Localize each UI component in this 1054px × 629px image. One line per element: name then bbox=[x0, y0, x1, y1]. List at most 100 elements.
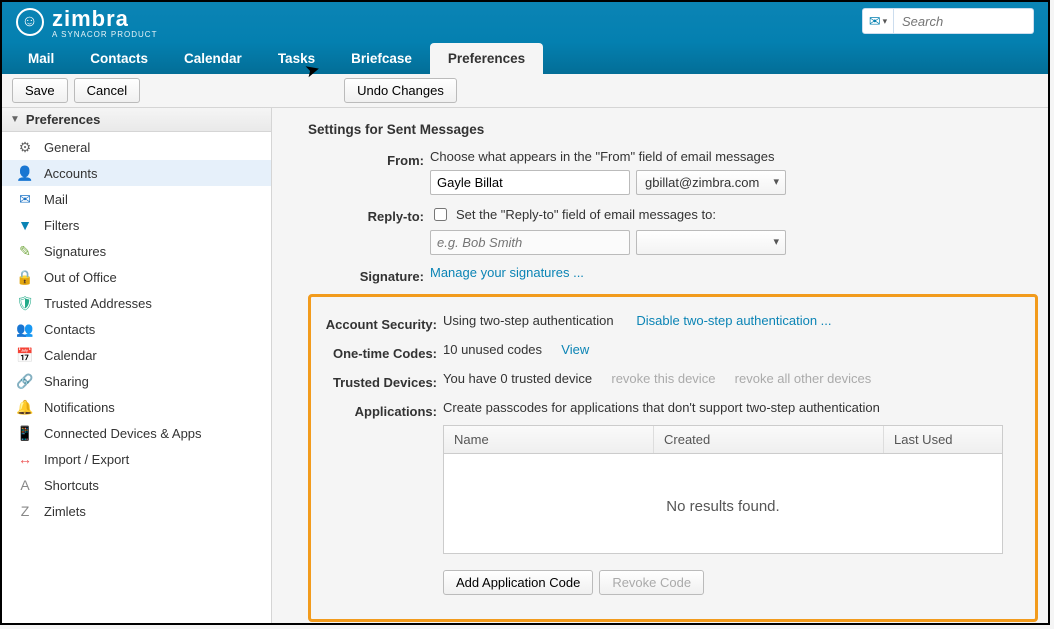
sidebar-item-accounts[interactable]: 👤 Accounts bbox=[2, 160, 271, 186]
tab-preferences[interactable]: Preferences bbox=[430, 43, 543, 74]
sidebar-item-label: Contacts bbox=[44, 322, 95, 337]
sidebar-item-label: Mail bbox=[44, 192, 68, 207]
shortcuts-icon: A bbox=[16, 476, 34, 494]
sidebar-item-connected-devices-apps[interactable]: 📱 Connected Devices & Apps bbox=[2, 420, 271, 446]
trusted-devices-label: Trusted Devices: bbox=[321, 371, 443, 390]
brand-name: zimbra bbox=[52, 6, 129, 31]
revoke-this-device: revoke this device bbox=[611, 371, 715, 386]
search-input[interactable] bbox=[894, 8, 1034, 34]
main-nav: Mail Contacts Calendar Tasks Briefcase P… bbox=[2, 42, 1048, 74]
replyto-checkbox[interactable] bbox=[434, 208, 447, 221]
sidebar-item-signatures[interactable]: ✎ Signatures bbox=[2, 238, 271, 264]
calendar-icon: 📅 bbox=[16, 346, 34, 364]
sidebar-item-label: Signatures bbox=[44, 244, 106, 259]
sidebar-item-label: Connected Devices & Apps bbox=[44, 426, 202, 441]
onetime-codes-label: One-time Codes: bbox=[321, 342, 443, 361]
sidebar-item-label: Notifications bbox=[44, 400, 115, 415]
col-name: Name bbox=[444, 426, 654, 453]
security-section: Account Security: Using two-step authent… bbox=[308, 294, 1038, 622]
top-bar: ☺ zimbra A SYNACOR PRODUCT ✉ ▾ bbox=[2, 2, 1048, 42]
applications-table: Name Created Last Used No results found. bbox=[443, 425, 1003, 554]
connected-devices-apps-icon: 📱 bbox=[16, 424, 34, 442]
signatures-icon: ✎ bbox=[16, 242, 34, 260]
sidebar-item-contacts[interactable]: 👥 Contacts bbox=[2, 316, 271, 342]
account-security-label: Account Security: bbox=[321, 313, 443, 332]
col-created: Created bbox=[654, 426, 884, 453]
sharing-icon: 🔗 bbox=[16, 372, 34, 390]
trusted-devices-status: You have 0 trusted device bbox=[443, 371, 592, 386]
brand-logo: ☺ zimbra A SYNACOR PRODUCT bbox=[16, 6, 157, 39]
replyto-email-dropdown[interactable] bbox=[636, 230, 786, 255]
signature-label: Signature: bbox=[308, 265, 430, 284]
smile-icon: ☺ bbox=[16, 8, 44, 36]
tab-mail[interactable]: Mail bbox=[10, 43, 72, 74]
sidebar-title: Preferences bbox=[26, 112, 100, 127]
envelope-icon: ✉ bbox=[869, 13, 881, 30]
manage-signatures-link[interactable]: Manage your signatures ... bbox=[430, 265, 1038, 280]
sidebar-list: ⚙General 👤 Accounts ✉ Mail ▼ Filters ✎ Signature… bbox=[2, 132, 271, 526]
from-name-input[interactable] bbox=[430, 170, 630, 195]
search-area: ✉ ▾ bbox=[862, 8, 1034, 34]
contacts-icon: 👥 bbox=[16, 320, 34, 338]
replyto-label: Reply-to: bbox=[308, 205, 430, 224]
search-scope-dropdown[interactable]: ✉ ▾ bbox=[862, 8, 894, 34]
sidebar-item-label: Calendar bbox=[44, 348, 97, 363]
undo-changes-button[interactable]: Undo Changes bbox=[344, 78, 457, 103]
brand-tagline: A SYNACOR PRODUCT bbox=[52, 30, 157, 39]
col-last-used: Last Used bbox=[884, 426, 1002, 453]
sidebar-item-sharing[interactable]: 🔗 Sharing bbox=[2, 368, 271, 394]
sidebar-item-label: Zimlets bbox=[44, 504, 86, 519]
sidebar-item-label: Sharing bbox=[44, 374, 89, 389]
section-title: Settings for Sent Messages bbox=[308, 122, 1038, 137]
notifications-icon: 🔔 bbox=[16, 398, 34, 416]
from-desc: Choose what appears in the "From" field … bbox=[430, 149, 1038, 164]
filters-icon: ▼ bbox=[16, 216, 34, 234]
tab-tasks[interactable]: Tasks bbox=[260, 43, 333, 74]
import-export-icon: ↔ bbox=[16, 450, 34, 468]
caret-down-icon: ▾ bbox=[883, 16, 888, 27]
sidebar-item-shortcuts[interactable]: A Shortcuts bbox=[2, 472, 271, 498]
save-button[interactable]: Save bbox=[12, 78, 68, 103]
add-application-code-button[interactable]: Add Application Code bbox=[443, 570, 593, 595]
from-label: From: bbox=[308, 149, 430, 168]
from-email-dropdown[interactable]: gbillat@zimbra.com bbox=[636, 170, 786, 195]
onetime-codes-status: 10 unused codes bbox=[443, 342, 542, 357]
sidebar-item-trusted-addresses[interactable]: 🛡 Trusted Addresses bbox=[2, 290, 271, 316]
caret-down-icon: ▼ bbox=[10, 114, 20, 125]
sidebar-item-label: Shortcuts bbox=[44, 478, 99, 493]
sidebar-item-label: Import / Export bbox=[44, 452, 129, 467]
sidebar-item-zimlets[interactable]: Z Zimlets bbox=[2, 498, 271, 524]
view-codes-link[interactable]: View bbox=[561, 342, 589, 357]
sidebar-item-import-export[interactable]: ↔ Import / Export bbox=[2, 446, 271, 472]
sidebar-header[interactable]: ▼ Preferences bbox=[2, 108, 271, 132]
sidebar-item-label: Trusted Addresses bbox=[44, 296, 152, 311]
revoke-all-devices: revoke all other devices bbox=[735, 371, 872, 386]
sidebar-item-label: Accounts bbox=[44, 166, 97, 181]
sidebar-item-notifications[interactable]: 🔔 Notifications bbox=[2, 394, 271, 420]
sidebar: ▼ Preferences ⚙General 👤 Accounts ✉ Mail ▼ Fil… bbox=[2, 108, 272, 623]
toolbar: Save Cancel Undo Changes bbox=[2, 74, 1048, 108]
trusted-addresses-icon: 🛡 bbox=[16, 294, 34, 312]
sidebar-item-general[interactable]: ⚙General bbox=[2, 134, 271, 160]
accounts-icon: 👤 bbox=[16, 164, 34, 182]
sidebar-item-calendar[interactable]: 📅 Calendar bbox=[2, 342, 271, 368]
tab-calendar[interactable]: Calendar bbox=[166, 43, 260, 74]
sidebar-item-out-of-office[interactable]: 🔒Out of Office bbox=[2, 264, 271, 290]
sidebar-item-label: Filters bbox=[44, 218, 79, 233]
replyto-name-input[interactable] bbox=[430, 230, 630, 255]
content: Settings for Sent Messages From: Choose … bbox=[272, 108, 1048, 623]
zimlets-icon: Z bbox=[16, 502, 34, 520]
mail-icon: ✉ bbox=[16, 190, 34, 208]
replyto-checkbox-label: Set the "Reply-to" field of email messag… bbox=[456, 207, 716, 222]
sidebar-item-filters[interactable]: ▼ Filters bbox=[2, 212, 271, 238]
sidebar-item-label: Out of Office bbox=[44, 270, 117, 285]
revoke-code-button: Revoke Code bbox=[599, 570, 704, 595]
table-empty: No results found. bbox=[444, 454, 1002, 553]
tab-briefcase[interactable]: Briefcase bbox=[333, 43, 430, 74]
applications-desc: Create passcodes for applications that d… bbox=[443, 400, 1025, 415]
sidebar-item-mail[interactable]: ✉ Mail bbox=[2, 186, 271, 212]
sidebar-item-label: General bbox=[44, 140, 90, 155]
cancel-button[interactable]: Cancel bbox=[74, 78, 140, 103]
tab-contacts[interactable]: Contacts bbox=[72, 43, 166, 74]
disable-2fa-link[interactable]: Disable two-step authentication ... bbox=[636, 313, 831, 328]
